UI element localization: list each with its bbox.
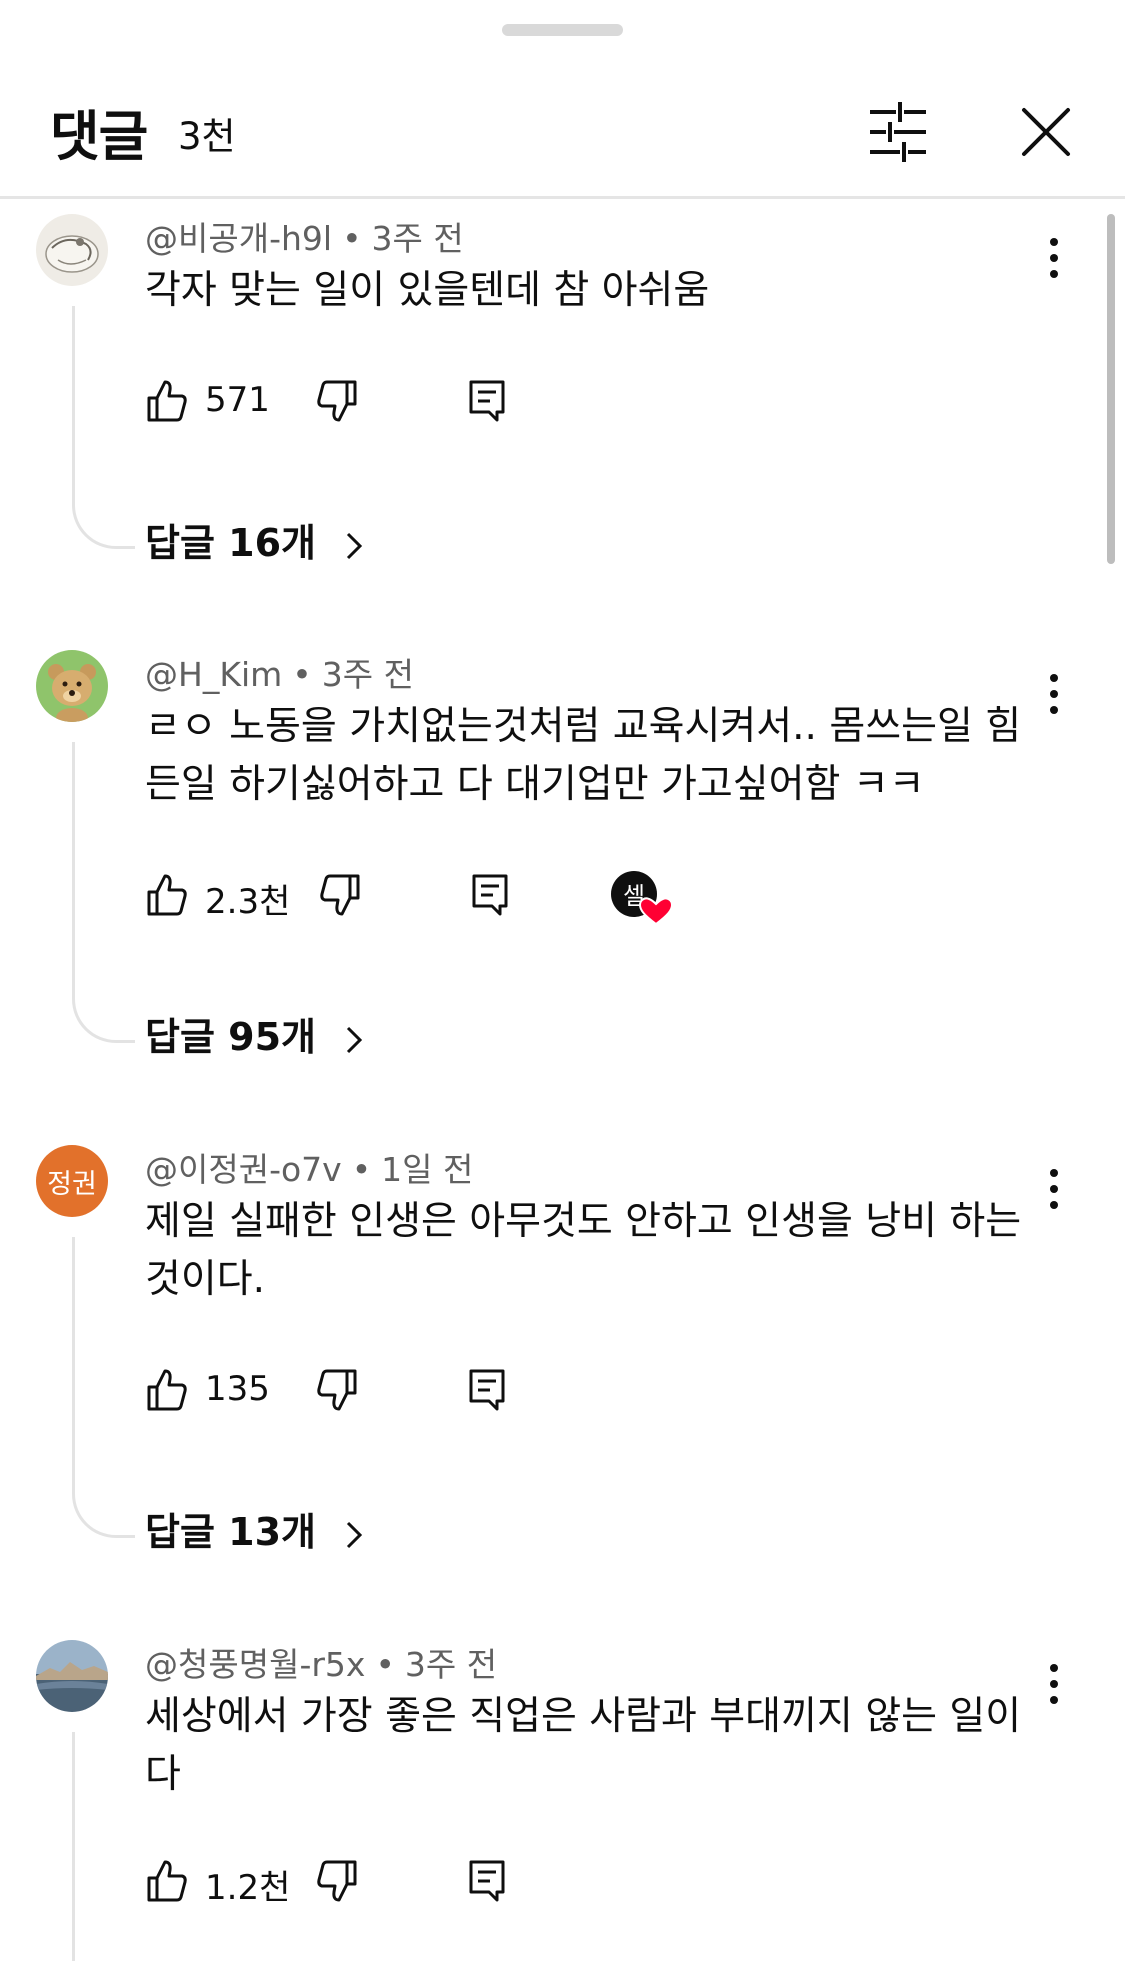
reply-comment-icon — [469, 380, 505, 422]
comments-header: 댓글 3천 — [0, 60, 1125, 196]
reply-comment-icon — [469, 1860, 505, 1902]
like-count: 571 — [205, 380, 270, 420]
comment-actions: 135 — [145, 1365, 845, 1425]
reply-button[interactable] — [468, 870, 512, 920]
avatar-initials: 정권 — [47, 1168, 97, 1200]
thumbs-up-icon — [147, 1369, 187, 1411]
more-vert-icon — [1050, 674, 1058, 714]
comment-time: 3주 전 — [404, 1645, 498, 1684]
comment-actions: 2.3천 셀 — [145, 870, 845, 930]
like-button[interactable] — [145, 1365, 189, 1415]
thread-line — [72, 306, 135, 549]
comment-meta: @청풍명월-r5x • 3주 전 — [145, 1645, 498, 1684]
sketch-avatar-icon — [36, 214, 108, 286]
comment-time: 1일 전 — [381, 1150, 474, 1189]
drag-handle[interactable] — [502, 24, 623, 36]
comment-meta: @비공개-h9l • 3주 전 — [145, 219, 464, 258]
thumbs-down-icon — [317, 1860, 357, 1902]
more-options-button[interactable] — [1030, 228, 1078, 288]
page-title: 댓글 — [50, 105, 148, 168]
comment-actions: 571 — [145, 376, 845, 436]
thumbs-down-icon — [320, 874, 360, 916]
comment-author[interactable]: @청풍명월-r5x — [145, 1645, 365, 1684]
view-replies-button[interactable]: 답글 16개 — [145, 512, 365, 567]
comment-count: 3천 — [178, 115, 236, 158]
dislike-button[interactable] — [315, 1856, 359, 1906]
bear-avatar-icon — [36, 650, 108, 722]
replies-label: 답글 16개 — [145, 521, 316, 565]
view-replies-button[interactable]: 답글 13개 — [145, 1501, 365, 1556]
thread-line — [72, 742, 135, 1043]
comments-sheet: 댓글 3천 @비공개-h9l • 3주 전 각자 맞는 일이 있을텐데 참 아쉬… — [0, 0, 1125, 1961]
comment-item: @비공개-h9l • 3주 전 각자 맞는 일이 있을텐데 참 아쉬움 571 답글… — [0, 214, 1100, 594]
creator-heart-badge: 셀 — [610, 870, 674, 930]
replies-label: 답글 95개 — [145, 1015, 316, 1059]
comment-time: 3주 전 — [371, 219, 464, 258]
chevron-right-icon — [347, 1026, 363, 1053]
more-options-button[interactable] — [1030, 1159, 1078, 1219]
dislike-button[interactable] — [315, 376, 359, 426]
comment-item: 정권 @이정권-o7v • 1일 전 제일 실패한 인생은 아무것도 안하고 인생을… — [0, 1145, 1100, 1585]
comment-author[interactable]: @비공개-h9l — [145, 219, 332, 258]
dislike-button[interactable] — [315, 1365, 359, 1415]
avatar[interactable]: 정권 — [36, 1145, 108, 1217]
comment-text: ㄹㅇ 노동을 가치없는것처럼 교육시켜서.. 몸쓰는일 힘든일 하기싫어하고 다… — [145, 704, 1022, 807]
reply-button[interactable] — [465, 376, 509, 426]
comment-author[interactable]: @이정권-o7v — [145, 1150, 342, 1189]
creator-heart-icon: 셀 — [611, 871, 674, 926]
more-options-button[interactable] — [1030, 664, 1078, 724]
reply-comment-icon — [469, 1369, 505, 1411]
like-button[interactable] — [145, 870, 189, 920]
chevron-right-icon — [347, 1521, 363, 1548]
thumbs-down-icon — [317, 1369, 357, 1411]
filter-sliders-icon — [870, 102, 926, 162]
close-icon — [1022, 108, 1070, 156]
view-replies-button[interactable]: 답글 95개 — [145, 1006, 365, 1061]
reply-button[interactable] — [465, 1365, 509, 1415]
avatar[interactable] — [36, 214, 108, 286]
sort-filter-button[interactable] — [862, 96, 934, 168]
like-button[interactable] — [145, 376, 189, 426]
thumbs-up-icon — [147, 380, 187, 422]
more-vert-icon — [1050, 1664, 1058, 1704]
thread-line — [72, 1732, 135, 1961]
avatar[interactable] — [36, 650, 108, 722]
comment-author[interactable]: @H_Kim — [145, 655, 282, 694]
thread-line — [72, 1237, 135, 1538]
like-count: 1.2천 — [205, 1868, 291, 1908]
header-divider — [0, 196, 1125, 199]
avatar[interactable] — [36, 1640, 108, 1712]
like-count: 2.3천 — [205, 882, 291, 922]
reply-comment-icon — [472, 874, 508, 916]
thumbs-up-icon — [147, 874, 187, 916]
scrollbar[interactable] — [1107, 214, 1115, 564]
like-count: 135 — [205, 1369, 270, 1409]
like-button[interactable] — [145, 1856, 189, 1906]
replies-label: 답글 13개 — [145, 1510, 316, 1554]
more-vert-icon — [1050, 238, 1058, 278]
thumbs-down-icon — [317, 380, 357, 422]
comment-text: 세상에서 가장 좋은 직업은 사람과 부대끼지 않는 일이다 — [145, 1694, 1022, 1797]
reply-button[interactable] — [465, 1856, 509, 1906]
comment-time: 3주 전 — [321, 655, 414, 694]
dislike-button[interactable] — [318, 870, 362, 920]
thumbs-up-icon — [147, 1860, 187, 1902]
more-options-button[interactable] — [1030, 1654, 1078, 1714]
comment-item: @H_Kim • 3주 전 ㄹㅇ 노동을 가치없는것처럼 교육시켜서.. 몸쓰는일 … — [0, 650, 1100, 1090]
comment-meta: @이정권-o7v • 1일 전 — [145, 1150, 474, 1189]
comment-text: 각자 맞는 일이 있을텐데 참 아쉬움 — [145, 268, 710, 313]
more-vert-icon — [1050, 1169, 1058, 1209]
close-button[interactable] — [1010, 96, 1082, 168]
landscape-avatar-icon — [36, 1640, 108, 1712]
comment-actions: 1.2천 — [145, 1856, 845, 1916]
comment-item: @청풍명월-r5x • 3주 전 세상에서 가장 좋은 직업은 사람과 부대끼지 않… — [0, 1640, 1100, 1961]
comment-meta: @H_Kim • 3주 전 — [145, 655, 414, 694]
chevron-right-icon — [347, 532, 363, 559]
comment-text: 제일 실패한 인생은 아무것도 안하고 인생을 낭비 하는 것이다. — [145, 1199, 1022, 1302]
